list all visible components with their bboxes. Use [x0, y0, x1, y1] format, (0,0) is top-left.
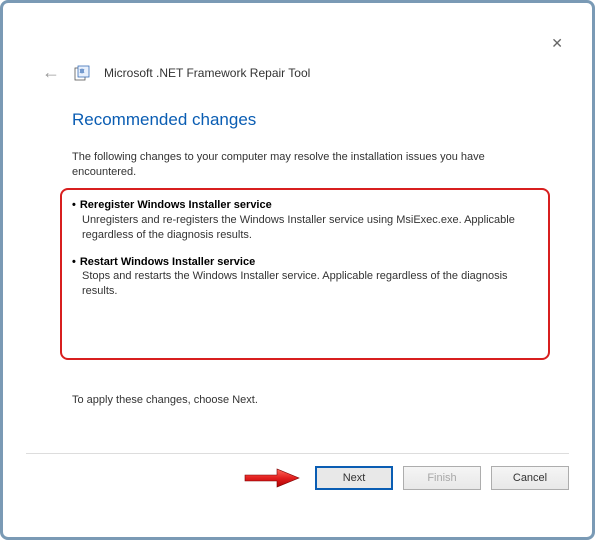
change-desc: Stops and restarts the Windows Installer…: [82, 269, 538, 299]
close-icon[interactable]: ✕: [551, 35, 563, 52]
changes-list: • Reregister Windows Installer service Un…: [60, 188, 550, 360]
change-desc: Unregisters and re-registers the Windows…: [82, 213, 538, 243]
change-title: Reregister Windows Installer service: [80, 199, 272, 211]
list-item: • Restart Windows Installer service Stops…: [72, 255, 538, 300]
finish-button: Finish: [403, 466, 481, 490]
apply-instruction: To apply these changes, choose Next.: [72, 394, 258, 406]
back-arrow-icon[interactable]: ←: [42, 62, 60, 83]
list-item: • Reregister Windows Installer service Un…: [72, 198, 538, 243]
arrow-annotation-icon: [241, 466, 301, 490]
bullet-icon: •: [72, 199, 76, 211]
next-button[interactable]: Next: [315, 466, 393, 490]
intro-text: The following changes to your computer m…: [72, 150, 532, 181]
app-title: Microsoft .NET Framework Repair Tool: [104, 66, 310, 80]
page-heading: Recommended changes: [72, 110, 256, 130]
divider: [26, 453, 569, 454]
cancel-button[interactable]: Cancel: [491, 466, 569, 490]
change-title: Restart Windows Installer service: [80, 256, 255, 268]
bullet-icon: •: [72, 256, 76, 268]
app-icon: [74, 65, 90, 81]
